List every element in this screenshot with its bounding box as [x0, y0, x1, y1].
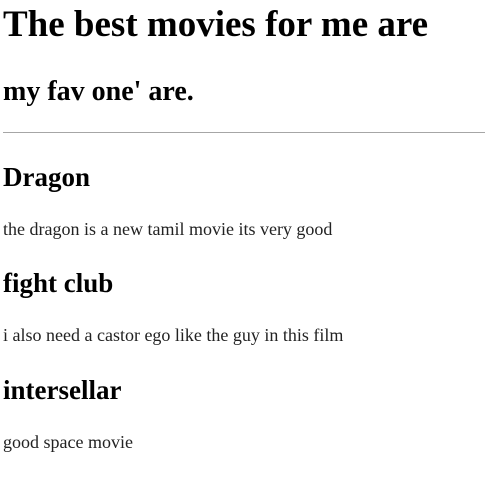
movie-description-intersellar: good space movie	[3, 432, 133, 452]
page-title: The best movies for me are	[3, 4, 429, 45]
movie-description-fight-club: i also need a castor ego like the guy in…	[3, 325, 344, 345]
page: The best movies for me are my fav one' a…	[0, 0, 485, 484]
movie-title-dragon: Dragon	[3, 162, 90, 192]
movie-description-dragon: the dragon is a new tamil movie its very…	[3, 219, 333, 239]
movie-title-intersellar: intersellar	[3, 375, 122, 405]
movie-title-fight-club: fight club	[3, 268, 114, 298]
page-subtitle: my fav one' are.	[3, 76, 194, 107]
divider	[3, 132, 485, 133]
